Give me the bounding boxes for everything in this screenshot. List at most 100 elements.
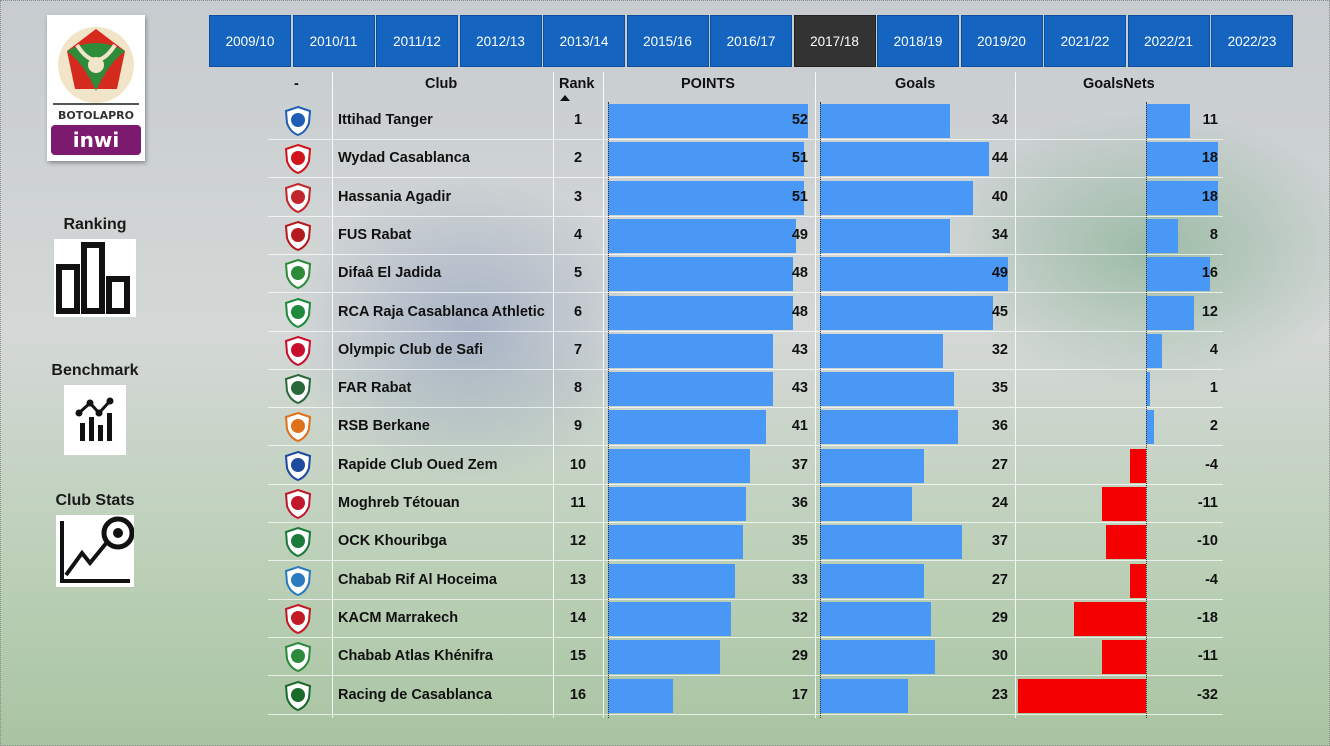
nav-club-stats[interactable]: Club Stats [50, 492, 140, 587]
goals-bar[interactable] [820, 487, 913, 521]
table-row[interactable]: Moghreb Tétouan 11 36 24 -11 [268, 485, 1223, 523]
goals-net-bar[interactable] [1130, 448, 1146, 483]
goals-bar[interactable] [820, 180, 974, 215]
header-logo[interactable]: - [294, 76, 299, 92]
club-name: KACM Marrakech [338, 609, 459, 626]
league-logo[interactable]: BOTOLAPRO inwi [47, 15, 145, 161]
goals-net-bar[interactable] [1146, 218, 1178, 253]
goals-bar[interactable] [820, 218, 951, 253]
table-row[interactable]: Chabab Rif Al Hoceima 13 33 27 -4 [268, 562, 1223, 600]
goals-value: 24 [991, 495, 1008, 511]
points-value: 41 [791, 418, 808, 435]
club-rank: 5 [573, 265, 583, 282]
tab-season[interactable]: 2022/21 [1127, 15, 1210, 67]
tab-season[interactable]: 2019/20 [960, 15, 1043, 67]
points-bar[interactable] [608, 487, 747, 521]
points-bar[interactable] [608, 525, 743, 560]
table-row[interactable]: Ittihad Tanger 1 52 34 11 [268, 102, 1223, 140]
table-row[interactable]: Chabab Atlas Khénifra 15 29 30 -11 [268, 638, 1223, 677]
goals-axis-line [820, 102, 821, 718]
table-row[interactable]: RSB Berkane 9 41 36 2 [268, 408, 1223, 447]
table-row[interactable]: Wydad Casablanca 2 51 44 18 [268, 140, 1223, 179]
goals-bar[interactable] [820, 525, 962, 560]
goals-net-bar[interactable] [1106, 525, 1146, 560]
nav-ranking[interactable]: Ranking [50, 216, 140, 317]
points-bar[interactable] [608, 678, 674, 713]
points-bar[interactable] [608, 448, 751, 483]
goals-bar[interactable] [820, 295, 993, 330]
points-bar[interactable] [608, 563, 735, 598]
goals-value: 29 [991, 609, 1008, 626]
goals-net-bar[interactable] [1146, 333, 1162, 368]
tab-season[interactable]: 2010/11 [292, 15, 375, 67]
points-bar[interactable] [608, 372, 774, 407]
header-rank[interactable]: Rank [559, 76, 594, 92]
club-rank: 9 [573, 418, 583, 435]
points-bar[interactable] [608, 295, 793, 330]
goals-bar[interactable] [820, 640, 936, 675]
goals-value: 45 [991, 303, 1008, 320]
header-goals-net[interactable]: GoalsNets [1083, 76, 1155, 92]
tab-season[interactable]: 2017/18 [793, 15, 876, 67]
goals-net-bar[interactable] [1102, 487, 1146, 521]
points-bar[interactable] [608, 410, 766, 445]
goals-value: 27 [991, 456, 1008, 473]
goals-bar[interactable] [820, 448, 924, 483]
goals-bar[interactable] [820, 142, 989, 177]
tab-season[interactable]: 2009/10 [209, 15, 291, 67]
club-logo-icon [284, 603, 312, 634]
points-bar[interactable] [608, 601, 732, 636]
tab-season[interactable]: 2012/13 [459, 15, 542, 67]
club-logo-icon [284, 259, 312, 290]
goals-bar[interactable] [820, 410, 959, 445]
sort-ascending-icon[interactable] [559, 94, 571, 102]
goals-net-value: -32 [1197, 686, 1218, 703]
table-row[interactable]: FUS Rabat 4 49 34 8 [268, 217, 1223, 255]
goals-net-bar[interactable] [1102, 640, 1146, 675]
club-logo-icon [284, 527, 312, 558]
goals-net-bar[interactable] [1130, 563, 1146, 598]
goals-net-value: -4 [1205, 571, 1218, 588]
table-row[interactable]: OCK Khouribga 12 35 37 -10 [268, 523, 1223, 562]
header-goals[interactable]: Goals [895, 76, 935, 92]
goals-bar[interactable] [820, 333, 943, 368]
table-row[interactable]: Racing de Casablanca 16 17 23 -32 [268, 677, 1223, 715]
tab-season[interactable]: 2022/23 [1211, 15, 1293, 67]
table-row[interactable]: FAR Rabat 8 43 35 1 [268, 370, 1223, 409]
table-row[interactable]: RCA Raja Casablanca Athletic 6 48 45 12 [268, 294, 1223, 332]
header-points[interactable]: POINTS [681, 76, 735, 92]
table-row[interactable]: Olympic Club de Safi 7 43 32 4 [268, 332, 1223, 370]
tab-season[interactable]: 2013/14 [543, 15, 625, 67]
goals-net-value: 1 [1209, 380, 1218, 397]
tab-season[interactable]: 2011/12 [376, 15, 458, 67]
table-row[interactable]: KACM Marrakech 14 32 29 -18 [268, 600, 1223, 638]
goals-net-bar[interactable] [1074, 601, 1146, 636]
tab-season[interactable]: 2021/22 [1044, 15, 1126, 67]
goals-bar[interactable] [820, 601, 932, 636]
goals-net-bar[interactable] [1146, 410, 1154, 445]
tab-season[interactable]: 2016/17 [710, 15, 792, 67]
tab-season[interactable]: 2015/16 [626, 15, 709, 67]
points-value: 43 [791, 380, 808, 397]
goals-bar[interactable] [820, 678, 909, 713]
club-rank: 4 [573, 226, 583, 243]
goals-bar[interactable] [820, 563, 924, 598]
table-row[interactable]: Difaâ El Jadida 5 48 49 16 [268, 255, 1223, 294]
points-value: 51 [791, 150, 808, 167]
table-row[interactable]: Rapide Club Oued Zem 10 37 27 -4 [268, 447, 1223, 485]
points-bar[interactable] [608, 257, 793, 292]
club-name: RSB Berkane [338, 418, 430, 435]
goals-net-value: -11 [1197, 495, 1218, 511]
points-bar[interactable] [608, 640, 720, 675]
club-logo-icon [284, 565, 312, 596]
goals-net-bar[interactable] [1018, 678, 1146, 713]
points-bar[interactable] [608, 333, 774, 368]
club-logo-icon [284, 105, 312, 137]
points-value: 48 [791, 303, 808, 320]
tab-season[interactable]: 2018/19 [877, 15, 959, 67]
goals-bar[interactable] [820, 372, 955, 407]
table-row[interactable]: Hassania Agadir 3 51 40 18 [268, 179, 1223, 217]
nav-benchmark[interactable]: Benchmark [50, 362, 140, 455]
header-club[interactable]: Club [425, 76, 457, 92]
goals-bar[interactable] [820, 104, 951, 138]
